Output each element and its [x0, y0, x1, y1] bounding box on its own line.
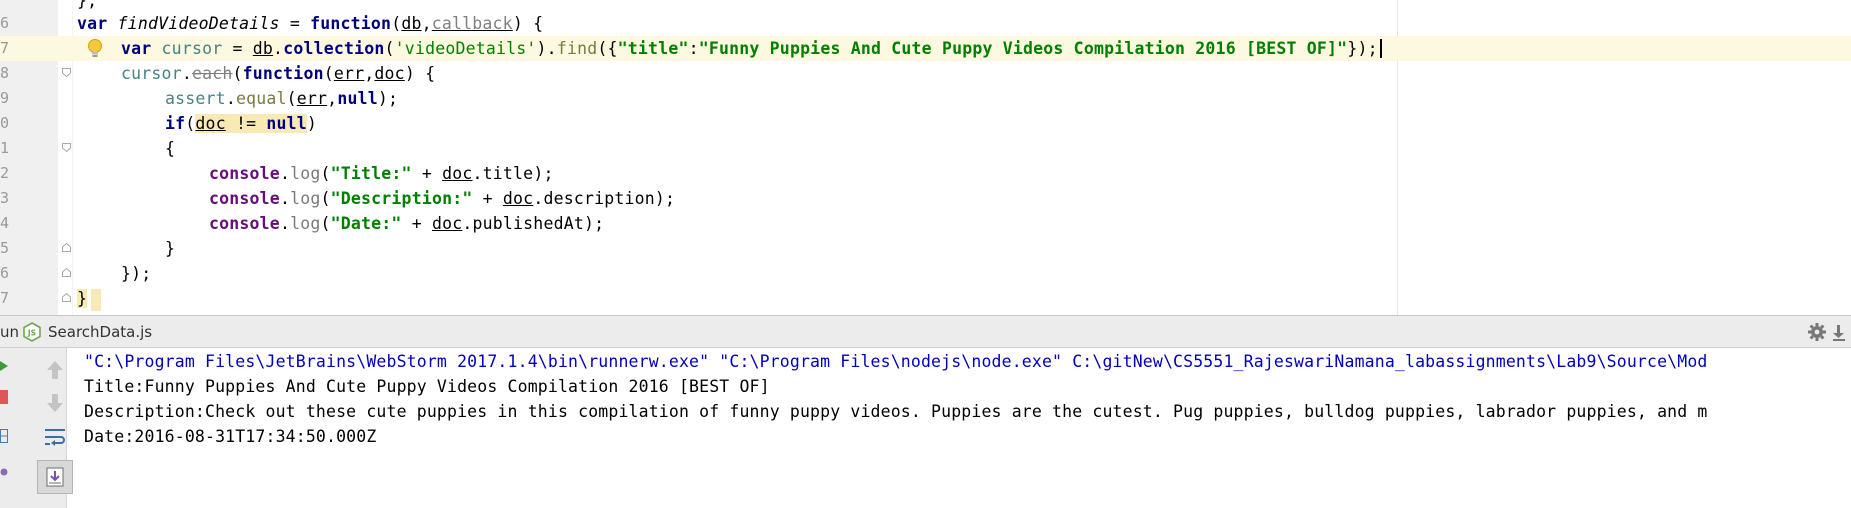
- soft-wrap-icon[interactable]: [37, 420, 73, 454]
- lightbulb-icon[interactable]: [84, 37, 106, 59]
- code-line[interactable]: 9 assert.equal(err,null);: [0, 86, 1851, 111]
- run-config-tab[interactable]: SearchData.js: [48, 323, 152, 341]
- code-line[interactable]: 5 }: [0, 236, 1851, 261]
- settings-icon[interactable]: [0, 464, 8, 478]
- hide-panel-icon[interactable]: [1831, 322, 1849, 342]
- stop-icon[interactable]: [0, 390, 8, 404]
- line-number: 6: [0, 264, 10, 282]
- scroll-to-end-icon[interactable]: [37, 460, 73, 494]
- line-number: 5: [0, 239, 10, 257]
- console-command-line: "C:\Program Files\JetBrains\WebStorm 201…: [84, 352, 1708, 371]
- code-text[interactable]: console.log("Title:" + doc.title);: [209, 161, 554, 186]
- layout-icon[interactable]: [0, 428, 8, 443]
- console-output-title: Title:Funny Puppies And Cute Puppy Video…: [84, 377, 770, 396]
- fold-close-icon[interactable]: [62, 293, 71, 302]
- console-toolbar: [8, 348, 73, 508]
- code-line[interactable]: 4 console.log("Date:" + doc.publishedAt)…: [0, 211, 1851, 236]
- fold-open-icon[interactable]: [62, 68, 71, 77]
- fold-open-icon[interactable]: [62, 143, 71, 152]
- code-text[interactable]: }: [77, 286, 102, 311]
- node-js-icon: JS: [22, 322, 42, 342]
- console-output-date: Date:2016-08-31T17:34:50.000Z: [84, 427, 377, 446]
- code-text[interactable]: console.log("Date:" + doc.publishedAt);: [209, 211, 604, 236]
- line-number: 8: [0, 64, 10, 82]
- code-text[interactable]: {: [165, 136, 175, 161]
- fold-close-icon[interactable]: [62, 268, 71, 277]
- code-text[interactable]: cursor.each(function(err,doc) {: [121, 61, 435, 86]
- code-line[interactable]: 7 }: [0, 286, 1851, 311]
- gear-icon[interactable]: [1807, 322, 1827, 342]
- code-text[interactable]: }: [165, 236, 175, 261]
- code-line[interactable]: 8 cursor.each(function(err,doc) {: [0, 61, 1851, 86]
- line-number: 7: [0, 289, 10, 307]
- code-text[interactable]: var findVideoDetails = function(db,callb…: [77, 11, 543, 36]
- code-text[interactable]: var cursor = db.collection('videoDetails…: [121, 36, 1382, 61]
- code-line-current[interactable]: 7 var cursor = db.collection('videoDetai…: [0, 36, 1851, 61]
- line-number: 9: [0, 89, 10, 107]
- code-editor[interactable]: }; 6 var findVideoDetails = function(db,…: [0, 0, 1851, 315]
- code-text[interactable]: console.log("Description:" + doc.descrip…: [209, 186, 675, 211]
- line-number: 6: [0, 14, 10, 32]
- line-number: 0: [0, 114, 10, 132]
- line-number: 3: [0, 189, 10, 207]
- run-tool-window-header[interactable]: un JS SearchData.js: [0, 315, 1851, 348]
- code-line[interactable]: 3 console.log("Description:" + doc.descr…: [0, 186, 1851, 211]
- code-line[interactable]: 0 if(doc != null): [0, 111, 1851, 136]
- code-text[interactable]: assert.equal(err,null);: [165, 86, 398, 111]
- line-number: 2: [0, 164, 10, 182]
- code-text[interactable]: });: [121, 261, 151, 286]
- code-text[interactable]: if(doc != null): [165, 111, 317, 136]
- code-line[interactable]: 6 var findVideoDetails = function(db,cal…: [0, 11, 1851, 36]
- line-number: 1: [0, 139, 10, 157]
- fold-close-icon[interactable]: [62, 243, 71, 252]
- run-console[interactable]: "C:\Program Files\JetBrains\WebStorm 201…: [0, 348, 1851, 508]
- code-line[interactable]: 6 });: [0, 261, 1851, 286]
- up-arrow-icon[interactable]: [37, 353, 73, 387]
- run-label: un: [0, 323, 20, 341]
- rerun-icon[interactable]: [0, 356, 8, 371]
- code-line[interactable]: 2 console.log("Title:" + doc.title);: [0, 161, 1851, 186]
- line-number: 4: [0, 214, 10, 232]
- svg-text:JS: JS: [27, 329, 36, 338]
- console-output-description: Description:Check out these cute puppies…: [84, 402, 1708, 421]
- code-line[interactable]: 1 {: [0, 136, 1851, 161]
- down-arrow-icon[interactable]: [37, 386, 73, 420]
- line-number: 7: [0, 39, 10, 57]
